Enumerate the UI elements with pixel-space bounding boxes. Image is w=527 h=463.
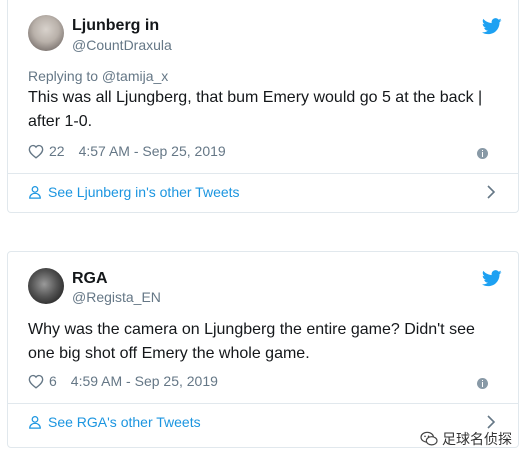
tweet-text: Why was the camera on Ljungberg the enti… — [28, 321, 475, 362]
watermark-text: 足球名侦探 — [442, 431, 512, 447]
timestamp[interactable]: 4:57 AM - Sep 25, 2019 — [79, 143, 226, 159]
twitter-bird-icon[interactable] — [482, 18, 502, 35]
tweet-meta: 6 4:59 AM - Sep 25, 2019 — [28, 373, 218, 389]
like-count: 6 — [49, 373, 57, 389]
avatar[interactable] — [28, 268, 64, 304]
timestamp[interactable]: 4:59 AM - Sep 25, 2019 — [71, 373, 218, 389]
author-name[interactable]: Ljunberg in — [72, 17, 159, 35]
heart-icon[interactable] — [28, 144, 44, 159]
person-icon — [29, 185, 41, 199]
see-other-tweets-label[interactable]: See Ljunberg in's other Tweets — [48, 184, 240, 200]
see-other-tweets-link[interactable]: See RGA's other Tweets — [28, 414, 201, 430]
twitter-bird-icon[interactable] — [482, 270, 502, 287]
heart-icon[interactable] — [28, 374, 44, 389]
watermark: 足球名侦探 — [420, 429, 512, 449]
divider — [8, 403, 518, 404]
author-handle[interactable]: @Regista_EN — [72, 289, 161, 305]
tweet-card-2: RGA @Regista_EN Why was the camera on Lj… — [7, 251, 519, 448]
author-name[interactable]: RGA — [72, 270, 108, 288]
avatar[interactable] — [28, 15, 64, 51]
author-handle[interactable]: @CountDraxula — [72, 37, 172, 53]
wechat-icon — [420, 431, 438, 446]
tweet-card-1: Ljunberg in @CountDraxula Replying to @t… — [7, 0, 519, 213]
chevron-right-icon[interactable] — [486, 185, 496, 199]
tweet-meta: 22 4:57 AM - Sep 25, 2019 — [28, 143, 226, 159]
chevron-right-icon[interactable] — [486, 415, 496, 429]
see-other-tweets-link[interactable]: See Ljunberg in's other Tweets — [28, 184, 240, 200]
info-icon[interactable] — [477, 148, 488, 159]
person-icon — [29, 415, 41, 429]
tweet-text: This was all Ljungberg, that bum Emery w… — [28, 89, 483, 130]
divider — [8, 173, 518, 174]
see-other-tweets-label[interactable]: See RGA's other Tweets — [48, 414, 201, 430]
like-count: 22 — [49, 143, 65, 159]
replying-to[interactable]: Replying to @tamija_x — [28, 68, 168, 84]
info-icon[interactable] — [477, 378, 488, 389]
